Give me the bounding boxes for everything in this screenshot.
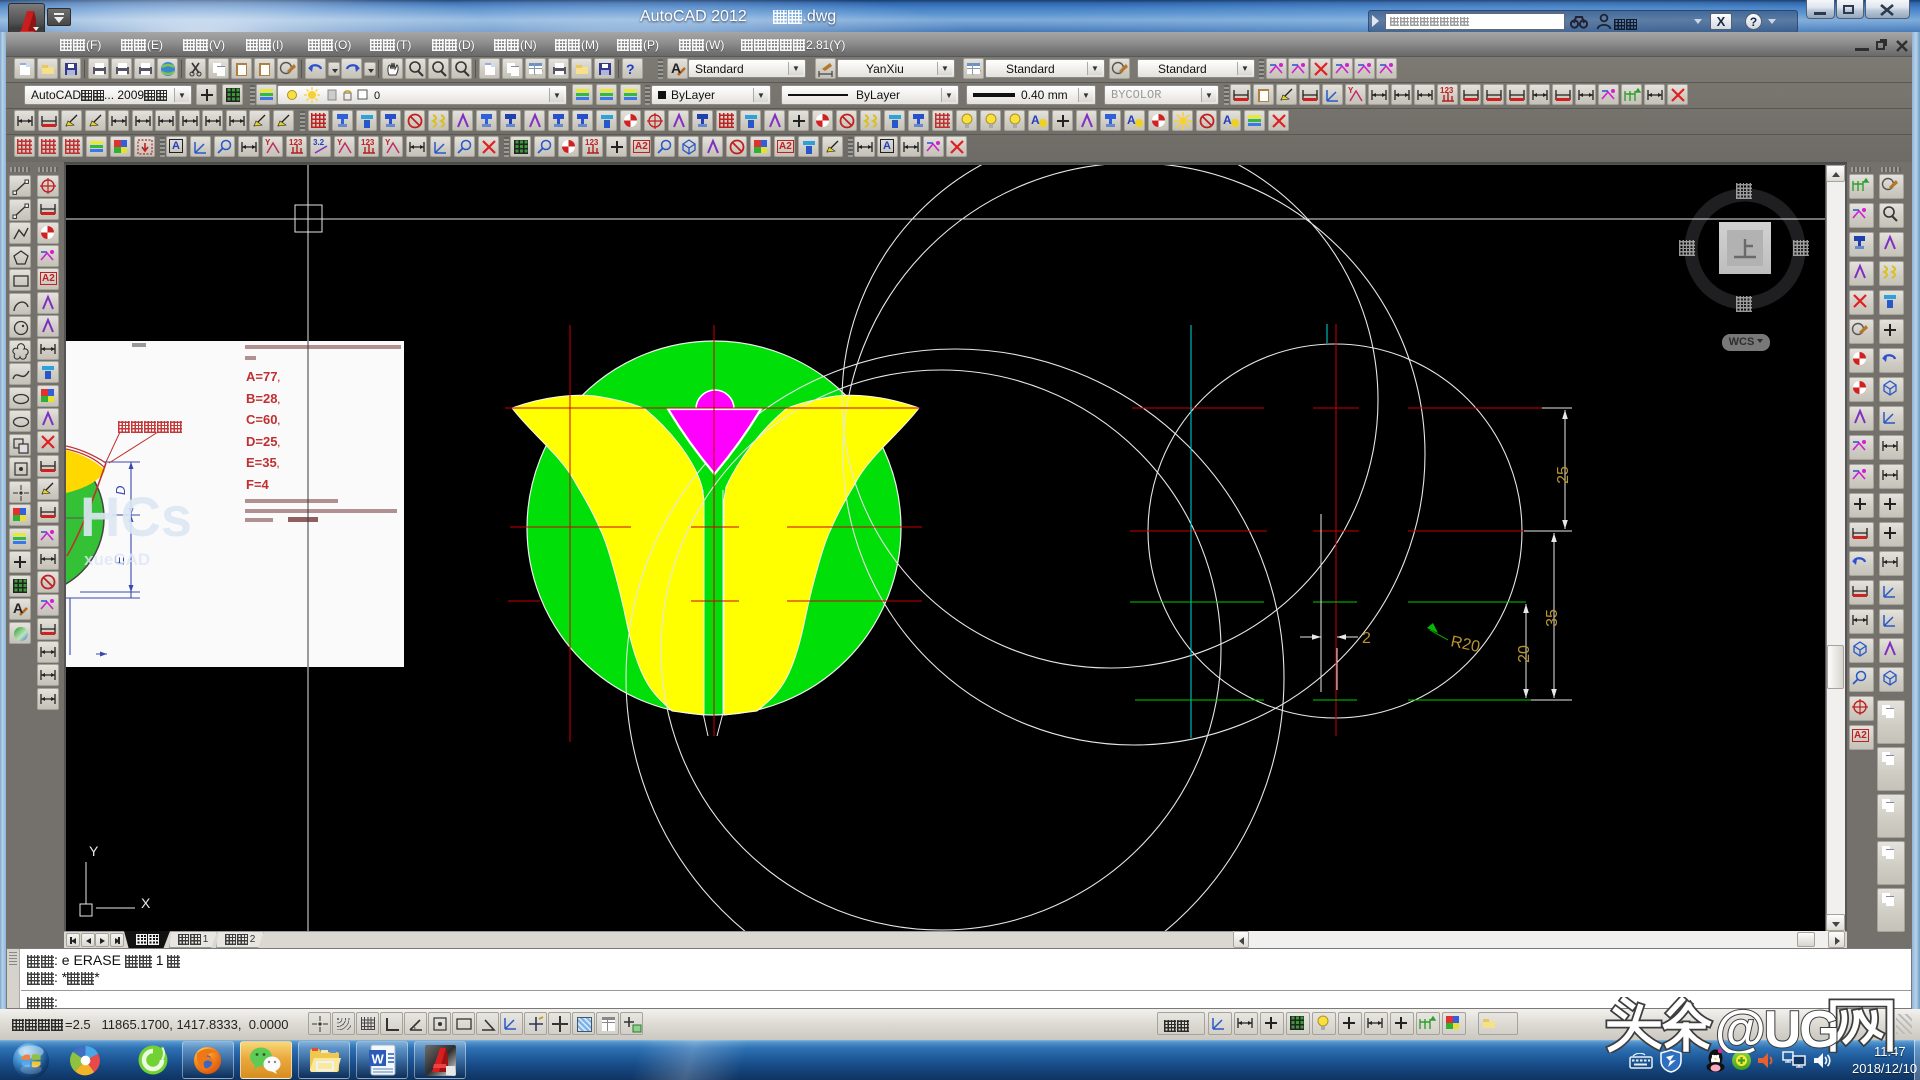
svg-text:35: 35 <box>1544 609 1561 627</box>
svg-text:2: 2 <box>1362 630 1371 647</box>
svg-text:20: 20 <box>1516 645 1533 663</box>
svg-text:W: W <box>372 1052 385 1067</box>
svg-text:25: 25 <box>1555 466 1572 484</box>
svg-text:0: 0 <box>374 90 380 102</box>
svg-text:X: X <box>141 895 151 911</box>
svg-text:@UG: @UG <box>1715 1001 1838 1053</box>
svg-text:Y: Y <box>89 843 99 859</box>
svg-text:R20: R20 <box>1449 633 1481 656</box>
